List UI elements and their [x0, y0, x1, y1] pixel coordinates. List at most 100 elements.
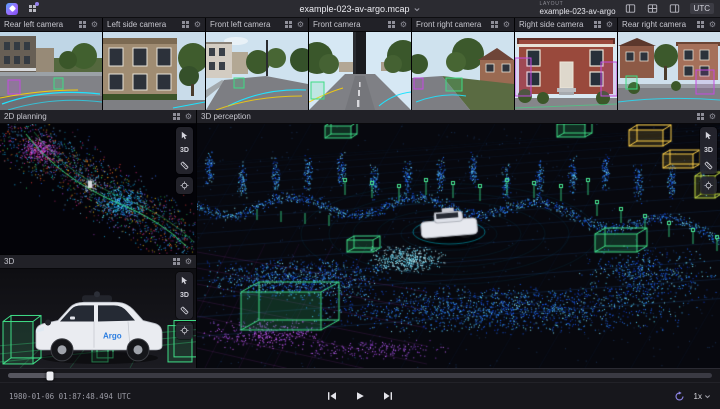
select-cursor-tool[interactable]: [177, 273, 192, 288]
split-panel-icon[interactable]: [284, 21, 292, 28]
view-toolbar: 3D: [700, 127, 717, 194]
recenter-crosshair-tool[interactable]: [177, 178, 192, 193]
settings-gear-icon[interactable]: ⚙: [194, 20, 201, 29]
perception-panel: 3D perception ⚙ 3D: [197, 110, 720, 368]
camera-feed-left-side: [103, 32, 205, 110]
layout-name-label: example-023-av-argo: [539, 6, 616, 16]
camera-panel-right-side: Right side camera ⚙: [515, 18, 617, 110]
camera-image[interactable]: [515, 32, 617, 110]
measure-tool[interactable]: [701, 158, 716, 173]
seek-backward-button[interactable]: [324, 388, 340, 404]
layout-selector[interactable]: LAYOUT example-023-av-argo: [539, 0, 616, 16]
camera-image[interactable]: [0, 32, 102, 110]
play-button[interactable]: [352, 388, 368, 404]
timeline-playhead[interactable]: [46, 371, 54, 380]
measure-tool[interactable]: [177, 303, 192, 318]
top-bar: example-023-av-argo.mcap LAYOUT example-…: [0, 0, 720, 18]
panel-header[interactable]: Front left camera ⚙: [206, 18, 308, 32]
camera-image[interactable]: [309, 32, 411, 110]
view-toolbar: 3D: [176, 272, 193, 339]
camera-image[interactable]: [206, 32, 308, 110]
panel-header[interactable]: 3D perception ⚙: [197, 110, 720, 124]
panel-header[interactable]: Rear left camera ⚙: [0, 18, 102, 32]
camera-panel-front-left: Front left camera ⚙: [206, 18, 308, 110]
split-panel-icon[interactable]: [181, 21, 189, 28]
transport-controls: [324, 388, 396, 404]
panel-header[interactable]: Right side camera ⚙: [515, 18, 617, 32]
layout-grid-toggle-icon[interactable]: [646, 2, 660, 16]
panel-title: 3D perception: [201, 112, 251, 121]
camera-mode-toggle[interactable]: 3D: [177, 288, 192, 303]
current-timestamp: 1980-01-06 01:87:48.494 UTC: [9, 391, 131, 401]
planning-2d-view[interactable]: [0, 124, 196, 254]
panel-title: 3D: [4, 257, 15, 266]
data-source-name: example-023-av-argo.mcap: [299, 4, 410, 14]
main-area: 2D planning ⚙ 3D 3D ⚙ Argo 3D 3D percept…: [0, 110, 720, 368]
camera-feed-right-side: [515, 32, 617, 110]
layout-eyebrow-label: LAYOUT: [539, 0, 564, 7]
recenter-crosshair-tool[interactable]: [177, 323, 192, 338]
settings-gear-icon[interactable]: ⚙: [503, 20, 510, 29]
left-sidebar-toggle-icon[interactable]: [624, 2, 638, 16]
timeline-row: [0, 369, 720, 383]
settings-gear-icon[interactable]: ⚙: [297, 20, 304, 29]
perception-3d-view[interactable]: [197, 124, 720, 368]
settings-gear-icon[interactable]: ⚙: [185, 257, 192, 266]
panel-header[interactable]: Rear right camera ⚙: [618, 18, 720, 32]
foxglove-logo-icon[interactable]: [6, 2, 18, 15]
foxglove-app: example-023-av-argo.mcap LAYOUT example-…: [0, 0, 720, 409]
right-sidebar-toggle-icon[interactable]: [668, 2, 682, 16]
panel-title: Rear left camera: [4, 20, 64, 29]
left-column: 2D planning ⚙ 3D 3D ⚙ Argo 3D: [0, 110, 196, 368]
playback-speed-selector[interactable]: 1x: [694, 392, 711, 401]
speed-value: 1x: [693, 391, 702, 401]
camera-mode-toggle[interactable]: 3D: [701, 143, 716, 158]
camera-panel-front: Front camera ⚙: [309, 18, 411, 110]
split-panel-icon[interactable]: [696, 21, 704, 28]
top-bar-right: LAYOUT example-023-av-argo UTC: [539, 0, 714, 16]
layouts-icon[interactable]: [25, 1, 39, 16]
panel-title: Left side camera: [107, 20, 167, 29]
camera-panel-front-right: Front right camera ⚙: [412, 18, 514, 110]
seek-forward-button[interactable]: [380, 388, 396, 404]
camera-panel-left-side: Left side camera ⚙: [103, 18, 205, 110]
notification-dot: [35, 1, 39, 6]
camera-panel-rear-left: Rear left camera ⚙: [0, 18, 102, 110]
camera-image[interactable]: [412, 32, 514, 110]
select-cursor-tool[interactable]: [701, 128, 716, 143]
settings-gear-icon[interactable]: ⚙: [400, 20, 407, 29]
camera-feed-front-left: [206, 32, 308, 110]
grid-icon: [28, 5, 36, 12]
settings-gear-icon[interactable]: ⚙: [709, 112, 716, 121]
panel-header[interactable]: 2D planning ⚙: [0, 110, 196, 124]
settings-gear-icon[interactable]: ⚙: [709, 20, 716, 29]
select-cursor-tool[interactable]: [177, 128, 192, 143]
planning-panel: 2D planning ⚙ 3D: [0, 110, 196, 254]
data-source-menu[interactable]: example-023-av-argo.mcap: [299, 0, 420, 18]
settings-gear-icon[interactable]: ⚙: [185, 112, 192, 121]
split-panel-icon[interactable]: [172, 258, 180, 265]
panel-header[interactable]: 3D ⚙: [0, 255, 196, 269]
recenter-crosshair-tool[interactable]: [701, 178, 716, 193]
camera-feed-front: [309, 32, 411, 110]
ego-vehicle-3d-view[interactable]: Argo: [0, 269, 196, 368]
panel-header[interactable]: Front camera ⚙: [309, 18, 411, 32]
camera-image[interactable]: [618, 32, 720, 110]
camera-mode-toggle[interactable]: 3D: [177, 143, 192, 158]
split-panel-icon[interactable]: [593, 21, 601, 28]
split-panel-icon[interactable]: [490, 21, 498, 28]
timeline-scrubber[interactable]: [8, 371, 712, 380]
timezone-button[interactable]: UTC: [689, 3, 714, 14]
camera-image[interactable]: [103, 32, 205, 110]
loop-toggle-icon[interactable]: [673, 389, 687, 403]
playback-options: 1x: [673, 389, 711, 403]
split-panel-icon[interactable]: [78, 21, 86, 28]
settings-gear-icon[interactable]: ⚙: [606, 20, 613, 29]
measure-tool[interactable]: [177, 158, 192, 173]
split-panel-icon[interactable]: [172, 113, 180, 120]
split-panel-icon[interactable]: [696, 113, 704, 120]
settings-gear-icon[interactable]: ⚙: [91, 20, 98, 29]
split-panel-icon[interactable]: [387, 21, 395, 28]
panel-header[interactable]: Left side camera ⚙: [103, 18, 205, 32]
panel-header[interactable]: Front right camera ⚙: [412, 18, 514, 32]
